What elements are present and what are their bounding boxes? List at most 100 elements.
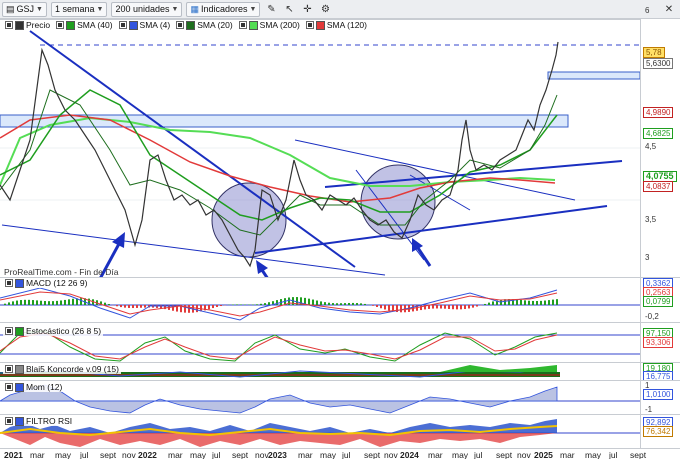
checkbox[interactable] bbox=[5, 21, 13, 29]
crosshair-icon[interactable]: ✛ bbox=[300, 2, 314, 16]
indicators-icon: ▦ bbox=[190, 3, 199, 14]
legend-label: SMA (4) bbox=[139, 20, 171, 30]
price-legend: Precio SMA (40) SMA (4) SMA (20) SMA (20… bbox=[3, 20, 369, 30]
price-chart-panel[interactable]: Precio SMA (40) SMA (4) SMA (20) SMA (20… bbox=[0, 19, 640, 277]
time-axis[interactable]: 2021 mar may jul sept nov 2022 mar may jul sept nov… bbox=[0, 448, 680, 459]
macd-hist-bar bbox=[432, 305, 434, 309]
macd-hist-bar bbox=[336, 303, 338, 305]
rsi-filter-panel[interactable]: FILTRO RSI bbox=[0, 414, 640, 448]
legend-item-sma200[interactable]: SMA (200) bbox=[238, 20, 300, 30]
resistance-zone-rect bbox=[547, 71, 640, 80]
macd-hist-bar bbox=[68, 299, 70, 305]
momentum-plot[interactable] bbox=[0, 381, 640, 414]
period-selector[interactable]: 1 semana ▼ bbox=[50, 1, 108, 17]
time-label-month: mar bbox=[168, 450, 183, 459]
momentum-panel[interactable]: Mom (12) bbox=[0, 380, 640, 414]
checkbox[interactable] bbox=[5, 279, 13, 287]
legend-item-sma20[interactable]: SMA (20) bbox=[176, 20, 233, 30]
macd-hist-bar bbox=[552, 299, 554, 305]
checkbox[interactable] bbox=[305, 21, 314, 29]
checkbox[interactable] bbox=[56, 21, 65, 29]
checkbox[interactable] bbox=[176, 21, 185, 29]
koncorde-title: Blai5 Koncorde v.09 (15) bbox=[3, 364, 121, 374]
checkbox[interactable] bbox=[238, 21, 247, 29]
units-label: 200 unidades bbox=[115, 4, 170, 14]
macd-hist-bar bbox=[260, 303, 262, 305]
pencil-icon[interactable]: ✎ bbox=[264, 2, 278, 16]
checkbox[interactable] bbox=[5, 365, 13, 373]
macd-hist-bar bbox=[340, 303, 342, 305]
legend-item-precio[interactable]: Precio bbox=[5, 20, 50, 30]
time-label-month: sept bbox=[100, 450, 117, 459]
symbol-selector[interactable]: ▤ GSJ ▼ bbox=[2, 1, 47, 17]
legend-label: Precio bbox=[26, 20, 51, 30]
pane-title-label: MACD (12 26 9) bbox=[26, 278, 88, 288]
time-label-month: sept bbox=[496, 450, 513, 459]
checkbox[interactable] bbox=[5, 417, 13, 425]
rsi-plot[interactable] bbox=[0, 415, 640, 448]
color-swatch bbox=[15, 326, 24, 336]
rsi-badge-2: 76,342 bbox=[643, 426, 674, 437]
indicators-button[interactable]: ▦ Indicadores ▼ bbox=[186, 1, 261, 17]
time-label-year: 2021 bbox=[4, 450, 23, 459]
macd-hist-bar bbox=[388, 305, 390, 311]
time-label-year: 2024 bbox=[400, 450, 419, 459]
macd-hist-bar bbox=[64, 299, 66, 305]
price-axis[interactable]: 6 4,5 3,5 3 5,78 5,6300 4,9890 4,6825 4,… bbox=[640, 6, 680, 277]
macd-hist-bar bbox=[56, 300, 58, 305]
time-label-month: jul bbox=[212, 450, 221, 459]
macd-hist-bar bbox=[80, 298, 82, 305]
legend-item-sma4[interactable]: SMA (4) bbox=[118, 20, 171, 30]
time-label-month: nov bbox=[255, 450, 269, 459]
legend-item-sma120[interactable]: SMA (120) bbox=[305, 20, 367, 30]
stochastic-title: Estocástico (26 8 5) bbox=[3, 326, 104, 336]
time-label-month: may bbox=[452, 450, 469, 459]
price-tick: 3,5 bbox=[645, 215, 657, 224]
legend-label: SMA (40) bbox=[77, 20, 113, 30]
up-arrow-right bbox=[412, 238, 432, 267]
time-label-month: nov bbox=[384, 450, 398, 459]
macd-hist-bar bbox=[308, 298, 310, 305]
macd-hist-bar bbox=[372, 305, 374, 306]
macd-plot[interactable] bbox=[0, 278, 640, 322]
checkbox[interactable] bbox=[5, 327, 13, 335]
settings-icon[interactable]: ⚙ bbox=[318, 2, 332, 16]
momentum-title: Mom (12) bbox=[3, 382, 65, 392]
koncorde-axis: 19,180 16,775 bbox=[640, 362, 680, 382]
color-swatch bbox=[186, 20, 196, 30]
macd-hist-bar bbox=[12, 301, 14, 305]
macd-hist-bar bbox=[456, 305, 458, 310]
macd-hist-bar bbox=[352, 302, 354, 305]
macd-hist-bar bbox=[220, 305, 222, 307]
rsi-axis: 92,892 76,342 bbox=[640, 414, 680, 448]
macd-hist-bar bbox=[52, 301, 54, 305]
chart-toolbar: ▤ GSJ ▼ 1 semana ▼ 200 unidades ▼ ▦ Indi… bbox=[0, 0, 680, 19]
legend-item-sma40[interactable]: SMA (40) bbox=[56, 20, 113, 30]
stoch-d-badge: 93,306 bbox=[643, 337, 674, 348]
macd-hist-bar bbox=[400, 305, 402, 313]
macd-hist-bar bbox=[476, 305, 478, 307]
stochastic-panel[interactable]: Estocástico (26 8 5) bbox=[0, 322, 640, 362]
checkbox[interactable] bbox=[118, 21, 127, 29]
macd-hist-bar bbox=[328, 302, 330, 305]
macd-axis: 0,3362 0,2563 0,0799 -0,2 bbox=[640, 277, 680, 322]
macd-hist-bar bbox=[276, 300, 278, 305]
macd-hist-bar bbox=[380, 305, 382, 309]
breakout-line bbox=[324, 160, 623, 188]
macd-hist-bar bbox=[24, 299, 26, 305]
macd-panel[interactable]: MACD (12 26 9) bbox=[0, 277, 640, 322]
close-icon[interactable]: ✕ bbox=[662, 2, 676, 16]
momentum-area bbox=[0, 384, 558, 414]
macd-hist-bar bbox=[32, 300, 34, 305]
time-label-month: sept bbox=[630, 450, 647, 459]
macd-hist-bar bbox=[20, 300, 22, 305]
price-plot[interactable] bbox=[0, 20, 640, 277]
checkbox[interactable] bbox=[5, 383, 13, 391]
koncorde-panel[interactable]: Blai5 Koncorde v.09 (15) bbox=[0, 362, 640, 380]
cursor-icon[interactable]: ↖ bbox=[282, 2, 296, 16]
time-label-month: mar bbox=[560, 450, 575, 459]
macd-hist-bar bbox=[484, 303, 486, 305]
units-selector[interactable]: 200 unidades ▼ bbox=[111, 1, 183, 17]
macd-hist-bar bbox=[216, 305, 218, 307]
macd-hist-bar bbox=[128, 305, 130, 308]
